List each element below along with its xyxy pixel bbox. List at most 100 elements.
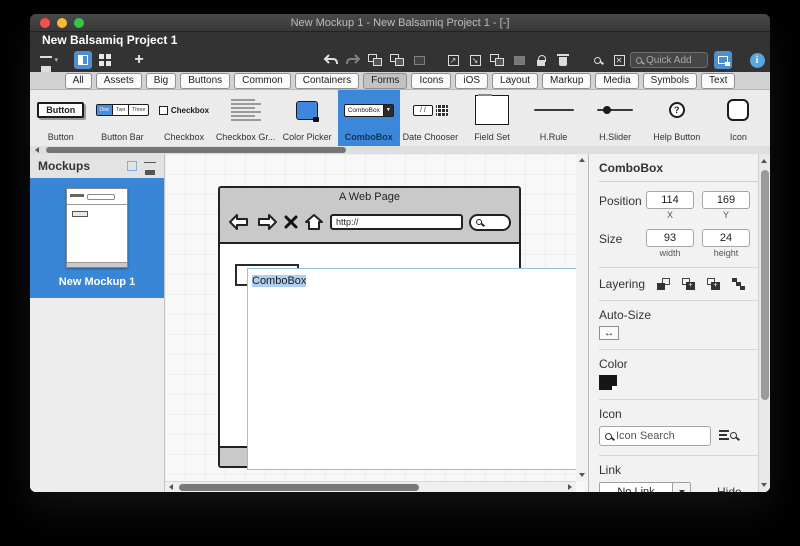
- tab-symbols[interactable]: Symbols: [643, 73, 697, 89]
- panel-view-icon: [78, 55, 88, 65]
- link-dropdown[interactable]: No Link: [599, 482, 691, 492]
- tab-all[interactable]: All: [65, 73, 92, 89]
- icon-search-input[interactable]: [616, 430, 696, 442]
- tab-buttons[interactable]: Buttons: [180, 73, 230, 89]
- palette-item-h-slider[interactable]: H.Slider: [584, 90, 646, 146]
- bring-forward-icon[interactable]: [657, 278, 670, 290]
- palette-item-icon[interactable]: Icon: [708, 90, 770, 146]
- link-label: Link: [599, 463, 758, 477]
- scroll-down-icon[interactable]: [761, 483, 767, 487]
- position-y-input[interactable]: [702, 191, 750, 209]
- combobox-edit-overlay[interactable]: ComboBox: [247, 268, 581, 470]
- property-inspector: ComboBox Position X Y Size: [588, 154, 770, 492]
- hide-link[interactable]: Hide: [717, 485, 742, 492]
- group-button[interactable]: [488, 50, 506, 70]
- palette-item-date-chooser[interactable]: / / Date Chooser: [400, 90, 462, 146]
- tab-common[interactable]: Common: [234, 73, 291, 89]
- hamburger-icon: [40, 56, 52, 66]
- align-button[interactable]: [510, 50, 528, 70]
- new-mockup-button[interactable]: +: [130, 50, 148, 70]
- ui-library-button[interactable]: [714, 51, 732, 69]
- scroll-right-icon[interactable]: [568, 484, 572, 490]
- search-icon: [636, 57, 642, 64]
- undo-button[interactable]: [322, 50, 340, 70]
- zoom-button[interactable]: [588, 50, 606, 70]
- tab-forms[interactable]: Forms: [363, 73, 407, 89]
- convert-icon: ↘: [470, 55, 481, 66]
- browser-titlebar: A Web Page: [220, 188, 519, 244]
- combobox-edit-text[interactable]: ComboBox: [252, 275, 306, 287]
- undo-icon: [323, 54, 339, 67]
- transform-button[interactable]: ↗: [444, 50, 462, 70]
- scroll-left-icon[interactable]: [169, 484, 173, 490]
- icon-library-button[interactable]: [719, 429, 737, 443]
- canvas-vertical-scrollbar[interactable]: [576, 154, 588, 481]
- palette-item-button[interactable]: Button Button: [30, 90, 92, 146]
- delete-button[interactable]: [554, 50, 572, 70]
- x-label: X: [667, 210, 673, 220]
- redo-button[interactable]: [344, 50, 362, 70]
- grid-view-button[interactable]: [96, 50, 114, 70]
- mockup-list-item[interactable]: New Mockup 1: [30, 178, 164, 298]
- inspector-scrollbar[interactable]: [758, 154, 770, 492]
- plus-icon: +: [134, 52, 143, 68]
- duplicate-button[interactable]: [388, 50, 406, 70]
- send-backward-icon[interactable]: +: [707, 278, 720, 290]
- canvas-horizontal-scrollbar[interactable]: [165, 481, 576, 492]
- palette-scrollbar[interactable]: [30, 146, 770, 154]
- tab-big[interactable]: Big: [146, 73, 176, 89]
- scroll-down-icon[interactable]: [579, 473, 585, 477]
- thumbnail-view-icon[interactable]: [127, 161, 137, 171]
- tab-assets[interactable]: Assets: [96, 73, 142, 89]
- palette-item-combobox[interactable]: ComboBox▼ ComboBox: [338, 90, 400, 146]
- list-view-icon[interactable]: [144, 162, 156, 170]
- inspector-toggle-button[interactable]: i: [748, 50, 766, 70]
- dropdown-button[interactable]: [672, 483, 690, 492]
- palette-item-checkbox-group[interactable]: Checkbox Gr...: [215, 90, 277, 146]
- position-x-input[interactable]: [646, 191, 694, 209]
- palette-scrollbar-thumb[interactable]: [46, 147, 346, 153]
- magnifier-icon: [594, 57, 601, 64]
- tab-markup[interactable]: Markup: [542, 73, 591, 89]
- size-height-input[interactable]: [702, 229, 750, 247]
- palette-item-button-bar[interactable]: OneTwoThree Button Bar: [92, 90, 154, 146]
- tab-text[interactable]: Text: [701, 73, 735, 89]
- autosize-toggle[interactable]: ↔: [599, 326, 619, 340]
- quick-add-input[interactable]: [646, 55, 702, 66]
- palette-item-h-rule[interactable]: H.Rule: [523, 90, 585, 146]
- toggle-panel-view-button[interactable]: [74, 51, 92, 69]
- grid-view-icon: [99, 54, 111, 66]
- tab-layout[interactable]: Layout: [492, 73, 538, 89]
- color-swatch[interactable]: [599, 375, 617, 390]
- icon-search-box[interactable]: [599, 426, 711, 446]
- send-to-back-icon[interactable]: [732, 278, 745, 290]
- tab-icons[interactable]: Icons: [411, 73, 451, 89]
- align-icon: [514, 56, 525, 65]
- icon-widget-icon: [727, 99, 749, 121]
- scroll-up-icon[interactable]: [761, 159, 767, 163]
- mockup-name: New Mockup 1: [59, 276, 135, 288]
- canvas[interactable]: A Web Page: [165, 154, 588, 492]
- quick-add-box[interactable]: [630, 52, 708, 68]
- back-arrow-icon: [228, 213, 250, 231]
- bring-to-front-icon[interactable]: +: [682, 278, 695, 290]
- paste-button[interactable]: [410, 50, 428, 70]
- palette-item-color-picker[interactable]: Color Picker: [276, 90, 338, 146]
- lock-button[interactable]: [532, 50, 550, 70]
- tab-ios[interactable]: iOS: [455, 73, 488, 89]
- tab-containers[interactable]: Containers: [295, 73, 359, 89]
- tab-media[interactable]: Media: [595, 73, 638, 89]
- palette-item-help-button[interactable]: ? Help Button: [646, 90, 708, 146]
- palette-item-field-set[interactable]: Field Set: [461, 90, 523, 146]
- size-width-input[interactable]: [646, 229, 694, 247]
- copy-button[interactable]: [366, 50, 384, 70]
- inspector-scrollbar-thumb[interactable]: [761, 170, 769, 400]
- search-icon: [476, 219, 482, 225]
- application-menu-button[interactable]: ▾: [40, 50, 58, 70]
- scroll-up-icon[interactable]: [579, 158, 585, 162]
- scroll-left-icon[interactable]: [35, 147, 39, 153]
- convert-button[interactable]: ↘: [466, 50, 484, 70]
- export-image-button[interactable]: ✕: [610, 50, 628, 70]
- palette-item-checkbox[interactable]: Checkbox Checkbox: [153, 90, 215, 146]
- canvas-scrollbar-thumb[interactable]: [179, 484, 419, 491]
